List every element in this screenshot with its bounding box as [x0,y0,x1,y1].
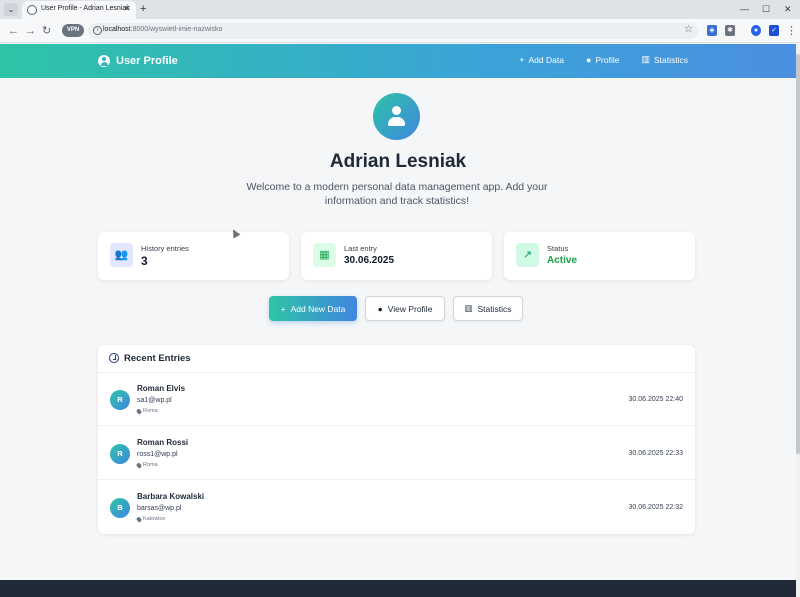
view-profile-button[interactable]: ● View Profile [365,296,445,321]
app-header: User Profile + Add Data ● Profile ▥ Stat… [0,44,796,78]
profile-icon[interactable]: ● [751,25,761,36]
user-icon: ● [585,54,592,65]
browser-tab-bar: ⌄ User Profile - Adrian Lesniak ✕ + — ☐ … [0,0,800,19]
entry-name: Roman Elvis [137,384,186,393]
chart-icon: ▥ [641,54,650,64]
new-tab-button[interactable]: + [140,3,146,15]
avatar: B [110,498,130,518]
avatar: R [110,444,130,464]
stat-label: Status [547,244,569,253]
url-text: localhost:8000/wyswietl-imie-nazwisko [103,26,222,33]
list-item[interactable]: R Roman Elvis sa1@wp.pl Roma 30.06.2025 … [98,373,695,426]
url-path: :8000/wyswietl-imie-nazwisko [130,26,223,33]
nav-profile-label: Profile [595,54,620,65]
nav-add-data-label: Add Data [528,54,564,65]
line-chart-icon: ↗ [516,243,539,267]
entry-email: ross1@wp.pl [137,451,178,458]
entry-city: Katowice [143,516,166,522]
welcome-text: Welcome to a modern personal data manage… [246,181,548,207]
page-scrollbar[interactable] [796,44,800,597]
view-profile-label: View Profile [387,303,433,314]
globe-icon [27,5,37,15]
history-icon [109,353,119,363]
statistics-label: Statistics [477,303,512,314]
url-field[interactable]: i localhost:8000/wyswietl-imie-nazwisko … [88,23,698,39]
browser-menu-icon[interactable]: ⋮ [786,24,797,38]
entry-email: barsas@wp.pl [137,505,182,512]
stat-label: Last entry [344,244,377,253]
entry-city: Roma [143,408,158,414]
list-item[interactable]: R Roman Rossi ross1@wp.pl Roma 30.06.202… [98,427,695,480]
vpn-badge[interactable]: VPN [62,24,84,37]
statistics-button[interactable]: ▥ Statistics [453,296,523,321]
plus-icon: + [519,54,525,65]
tab-search-button[interactable]: ⌄ [4,3,18,16]
nav-add-data[interactable]: + Add Data [519,54,564,65]
entry-name: Roman Rossi [137,438,189,447]
stat-card-history: 👥 History entries 3 [98,232,289,280]
stat-label: History entries [141,244,189,253]
brand[interactable]: User Profile [98,53,178,69]
user-icon: ● [377,303,383,314]
forward-icon[interactable]: → [25,24,36,38]
bookmark-star-icon[interactable]: ☆ [684,24,693,35]
entry-city: Roma [143,462,158,468]
site-info-icon[interactable]: i [93,26,102,35]
main-nav: + Add Data ● Profile ▥ Statistics [519,54,688,65]
map-pin-icon [135,407,143,415]
status-value: Active [547,255,578,266]
nav-statistics-label: Statistics [653,54,688,65]
plus-icon: + [280,303,286,314]
reload-icon[interactable]: ↻ [42,24,51,38]
back-icon[interactable]: ← [8,24,19,38]
entry-timestamp: 30.06.2025 22:32 [628,504,684,511]
recent-entries-header: Recent Entries [98,345,695,373]
entry-timestamp: 30.06.2025 22:40 [628,396,684,403]
nav-profile[interactable]: ● Profile [586,54,620,65]
tab-title: User Profile - Adrian Lesniak [41,5,130,12]
list-item[interactable]: B Barbara Kowalski barsas@wp.pl Katowice… [98,481,695,534]
browser-address-bar: ← → ↻ VPN i localhost:8000/wyswietl-imie… [0,19,800,43]
shield-extension-icon[interactable]: ◈ [707,25,717,36]
chart-icon: ▥ [464,303,473,313]
map-pin-icon [135,461,143,469]
add-new-data-button[interactable]: + Add New Data [269,296,357,321]
entry-name: Barbara Kowalski [137,492,205,501]
page-title: Adrian Lesniak [329,151,467,172]
entry-location: Roma [135,461,158,469]
scroll-thumb[interactable] [796,54,800,454]
entry-location: Roma [135,407,158,415]
stat-value: 30.06.2025 [344,255,395,266]
calendar-check-icon: ▦ [313,243,336,267]
browser-tab[interactable]: User Profile - Adrian Lesniak ✕ [22,1,136,19]
stat-card-last-entry: ▦ Last entry 30.06.2025 [301,232,492,280]
users-icon: 👥 [110,243,133,267]
stat-value: 3 [141,254,148,268]
url-host: localhost [103,26,131,33]
entry-timestamp: 30.06.2025 22:33 [628,450,684,457]
recent-entries-title: Recent Entries [124,353,191,364]
avatar: R [110,390,130,410]
stat-card-status: ↗ Status Active [504,232,695,280]
security-extension-icon[interactable]: ✓ [769,25,779,36]
page-footer [0,580,796,597]
maximize-icon[interactable]: ☐ [762,3,770,15]
recent-entries-card: Recent Entries R Roman Elvis sa1@wp.pl R… [98,345,695,534]
profile-avatar [373,93,420,140]
add-new-data-label: Add New Data [290,303,346,314]
close-window-icon[interactable]: ✕ [784,3,792,15]
brand-title: User Profile [116,55,178,67]
entry-email: sa1@wp.pl [137,397,172,404]
puzzle-extension-icon[interactable]: ✱ [725,25,735,36]
tab-close-icon[interactable]: ✕ [123,4,130,13]
map-pin-icon [135,515,143,523]
minimize-icon[interactable]: — [740,3,749,15]
entry-location: Katowice [135,515,166,523]
user-circle-icon [98,55,110,67]
nav-statistics[interactable]: ▥ Statistics [641,54,688,65]
